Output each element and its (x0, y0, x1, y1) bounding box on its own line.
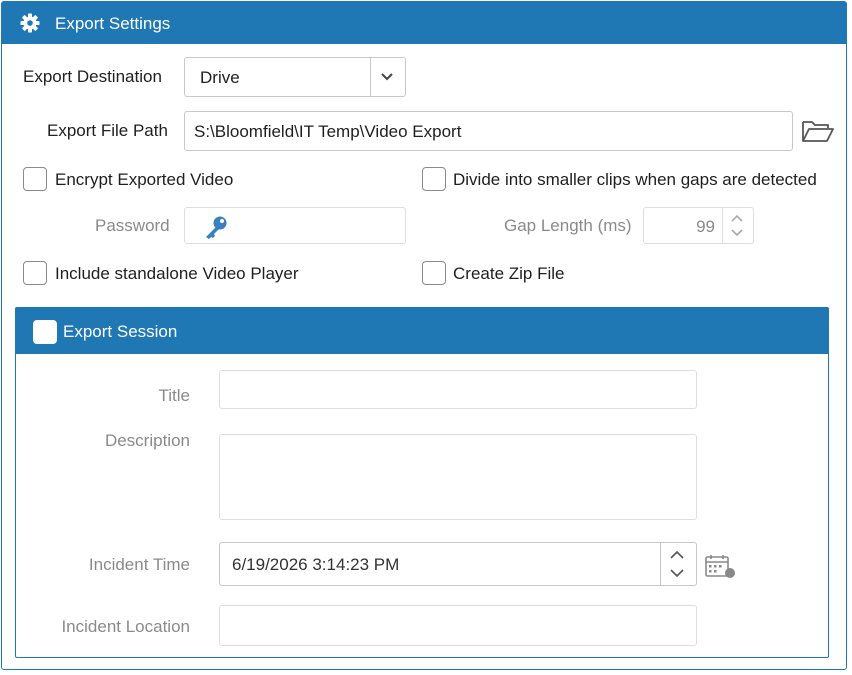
zip-file-checkbox[interactable] (422, 261, 446, 285)
standalone-player-label: Include standalone Video Player (55, 264, 299, 283)
select-divider (370, 58, 371, 96)
zip-file-label: Create Zip File (453, 264, 565, 283)
gap-length-label: Gap Length (ms) (504, 216, 632, 235)
incident-location-input[interactable] (219, 605, 697, 646)
export-session-title: Export Session (63, 322, 178, 341)
key-icon (206, 216, 227, 239)
divide-clips-label: Divide into smaller clips when gaps are … (453, 170, 817, 189)
gear-icon (20, 13, 40, 33)
export-file-path-input[interactable]: S:\Bloomfield\IT Temp\Video Export (184, 111, 793, 151)
calendar-icon[interactable] (704, 554, 738, 580)
export-destination-select[interactable]: Drive (184, 57, 406, 97)
export-session-header: Export Session (16, 308, 828, 354)
incident-time-input[interactable]: 6/19/2026 3:14:23 PM (219, 542, 697, 586)
chevron-down-icon[interactable] (380, 72, 394, 82)
export-destination-label: Export Destination (23, 67, 162, 86)
encrypt-checkbox[interactable] (23, 167, 47, 191)
description-label: Description (104, 431, 190, 450)
folder-open-icon[interactable] (801, 118, 835, 144)
incident-time-label: Incident Time (88, 555, 190, 574)
incident-time-value: 6/19/2026 3:14:23 PM (232, 555, 400, 574)
title-label: Title (158, 386, 191, 405)
title-input[interactable] (219, 370, 697, 409)
chevron-down-icon[interactable] (668, 566, 686, 580)
chevron-up-icon[interactable] (668, 548, 686, 562)
chevron-up-icon[interactable] (729, 212, 745, 224)
password-input[interactable] (184, 207, 406, 244)
gap-length-value: 99 (696, 217, 715, 236)
divide-clips-checkbox[interactable] (422, 167, 446, 191)
password-label: Password (95, 216, 170, 235)
incident-location-label: Incident Location (61, 617, 190, 636)
stepper-divider (722, 208, 723, 243)
chevron-down-icon[interactable] (729, 227, 745, 239)
standalone-player-checkbox[interactable] (23, 261, 47, 285)
export-settings-header: Export Settings (2, 2, 846, 44)
description-textarea[interactable] (219, 434, 697, 520)
encrypt-label: Encrypt Exported Video (55, 170, 234, 189)
gap-length-stepper[interactable]: 99 (643, 207, 754, 244)
export-destination-value: Drive (200, 68, 240, 87)
export-file-path-value: S:\Bloomfield\IT Temp\Video Export (194, 122, 462, 141)
time-stepper-divider (660, 543, 661, 585)
export-file-path-label: Export File Path (47, 121, 168, 140)
header-title: Export Settings (55, 14, 171, 33)
export-session-checkbox[interactable] (33, 320, 57, 344)
